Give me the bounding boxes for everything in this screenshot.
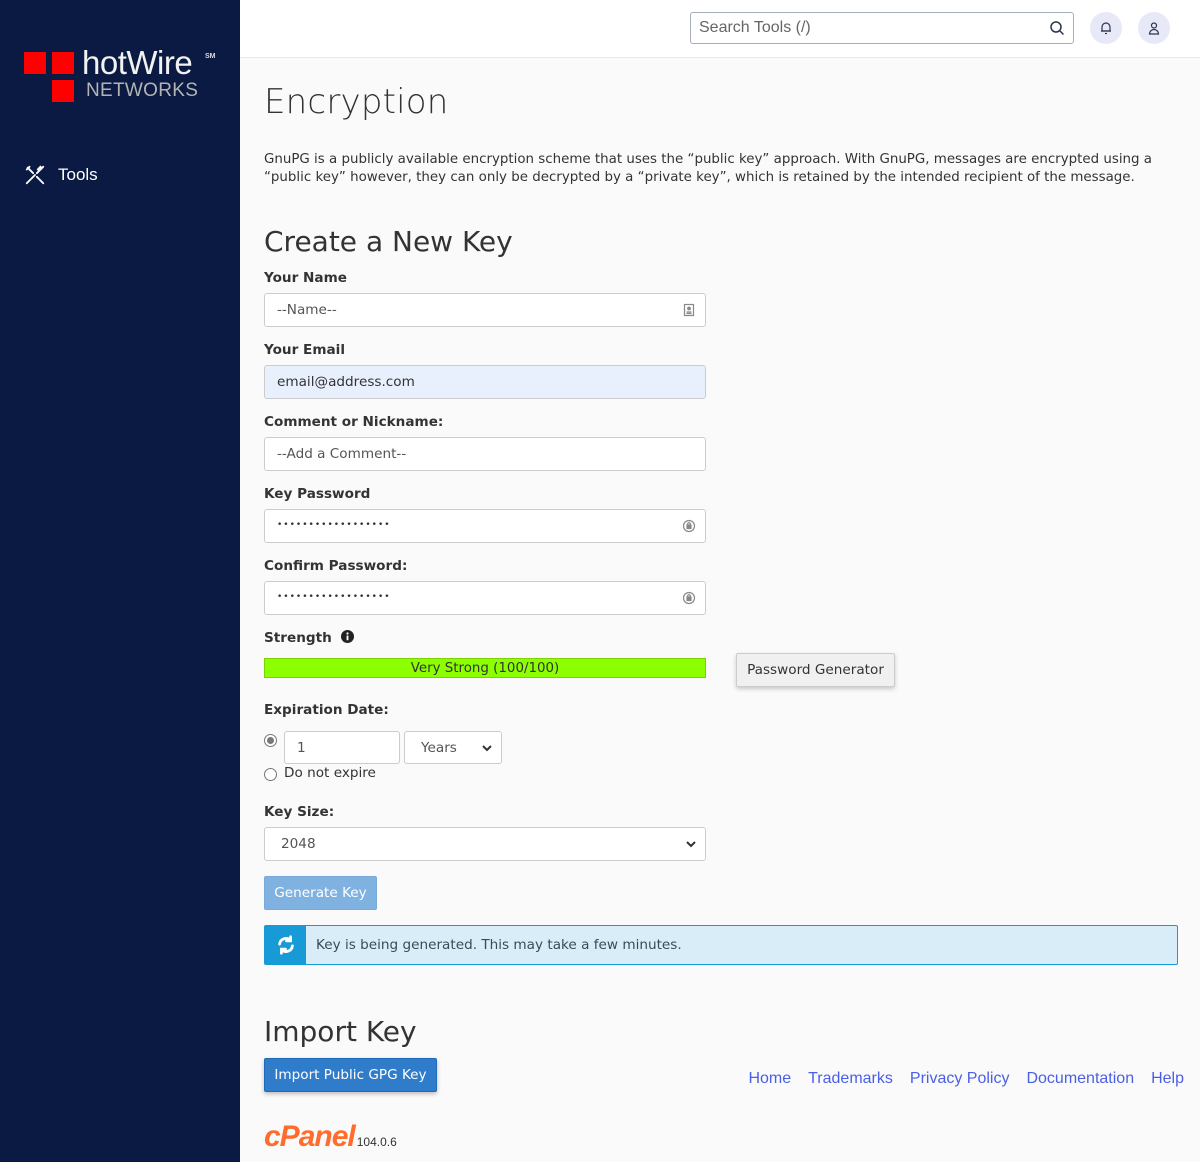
email-field[interactable] [264, 365, 706, 399]
email-input[interactable] [265, 366, 665, 398]
tools-icon [25, 165, 45, 185]
do-not-expire-radio[interactable] [264, 768, 277, 781]
import-public-gpg-key-button[interactable]: Import Public GPG Key [264, 1058, 437, 1092]
comment-field[interactable] [264, 437, 706, 471]
logo-square [24, 52, 46, 74]
key-size-label: Key Size: [264, 804, 335, 820]
alert-icon-box [265, 926, 306, 964]
footer-links: Home Trademarks Privacy Policy Documenta… [748, 1070, 1184, 1088]
info-icon[interactable] [340, 630, 354, 643]
expiration-unit-select[interactable]: Years [404, 731, 502, 764]
footer-link-documentation[interactable]: Documentation [1026, 1070, 1134, 1088]
password-generator-button[interactable]: Password Generator [736, 653, 895, 687]
cpanel-version: 104.0.6 [356, 1135, 397, 1149]
strength-text: Very Strong (100/100) [410, 660, 560, 676]
password-label: Key Password [264, 486, 371, 502]
key-generation-alert: Key is being generated. This may take a … [264, 925, 1178, 965]
user-menu-button[interactable] [1138, 12, 1170, 44]
generate-key-button[interactable]: Generate Key [264, 876, 377, 910]
top-header [240, 0, 1200, 58]
contact-card-icon[interactable] [682, 303, 696, 317]
user-icon [1148, 22, 1160, 35]
alert-message: Key is being generated. This may take a … [316, 937, 682, 953]
password-manager-icon[interactable] [682, 591, 696, 605]
comment-input[interactable] [265, 438, 665, 470]
sidebar: hotWire SM NETWORKS Tools [0, 0, 240, 1162]
logo-brand-text: hotWire [82, 44, 193, 81]
footer-link-help[interactable]: Help [1151, 1070, 1184, 1088]
expiration-amount-field[interactable] [284, 731, 400, 764]
create-key-heading: Create a New Key [264, 225, 513, 258]
chevron-down-icon [686, 841, 696, 848]
search-input[interactable] [691, 13, 1031, 43]
footer-link-privacy-policy[interactable]: Privacy Policy [910, 1070, 1010, 1088]
import-key-heading: Import Key [264, 1015, 417, 1048]
logo-service-mark: SM [205, 53, 216, 60]
logo-square [52, 52, 74, 74]
sidebar-item-tools[interactable]: Tools [24, 164, 98, 186]
expiration-duration-radio[interactable] [264, 734, 277, 747]
page-title: Encryption [264, 82, 449, 122]
comment-label: Comment or Nickname: [264, 414, 444, 430]
refresh-icon [277, 935, 294, 955]
notifications-button[interactable] [1090, 12, 1122, 44]
footer-link-trademarks[interactable]: Trademarks [808, 1070, 893, 1088]
search-box[interactable] [690, 12, 1074, 44]
hotwire-logo[interactable]: hotWire SM NETWORKS [24, 44, 224, 110]
email-label: Your Email [264, 342, 345, 358]
name-field[interactable] [264, 293, 706, 327]
key-size-select[interactable]: 2048 [264, 827, 706, 861]
logo-subtitle: NETWORKS [86, 80, 199, 101]
chevron-down-icon [482, 745, 492, 752]
expiration-unit-value: Years [421, 740, 457, 756]
expiration-amount-input[interactable] [285, 732, 399, 763]
footer-link-home[interactable]: Home [748, 1070, 791, 1088]
sidebar-item-label: Tools [58, 165, 98, 184]
cpanel-brand: cPanel [264, 1120, 356, 1153]
do-not-expire-label[interactable]: Do not expire [284, 765, 376, 781]
key-size-value: 2048 [281, 836, 316, 852]
search-icon[interactable] [1049, 20, 1065, 36]
page-description: GnuPG is a publicly available encryption… [264, 152, 1152, 185]
password-manager-icon[interactable] [682, 519, 696, 533]
name-label: Your Name [264, 270, 347, 286]
name-input[interactable] [265, 294, 665, 326]
password-masked-value: •••••••••••••••••• [277, 520, 391, 530]
confirm-password-label: Confirm Password: [264, 558, 408, 574]
bell-icon [1101, 22, 1111, 35]
cpanel-logo[interactable]: cPanel 104.0.6 [264, 1120, 397, 1154]
password-field[interactable]: •••••••••••••••••• [264, 509, 706, 543]
logo-square [52, 80, 74, 102]
strength-label-row: Strength [264, 630, 354, 646]
expiration-label: Expiration Date: [264, 702, 389, 718]
confirm-password-field[interactable]: •••••••••••••••••• [264, 581, 706, 615]
confirm-password-masked-value: •••••••••••••••••• [277, 592, 391, 602]
strength-label: Strength [264, 630, 332, 646]
password-strength-meter: Very Strong (100/100) [264, 658, 706, 678]
